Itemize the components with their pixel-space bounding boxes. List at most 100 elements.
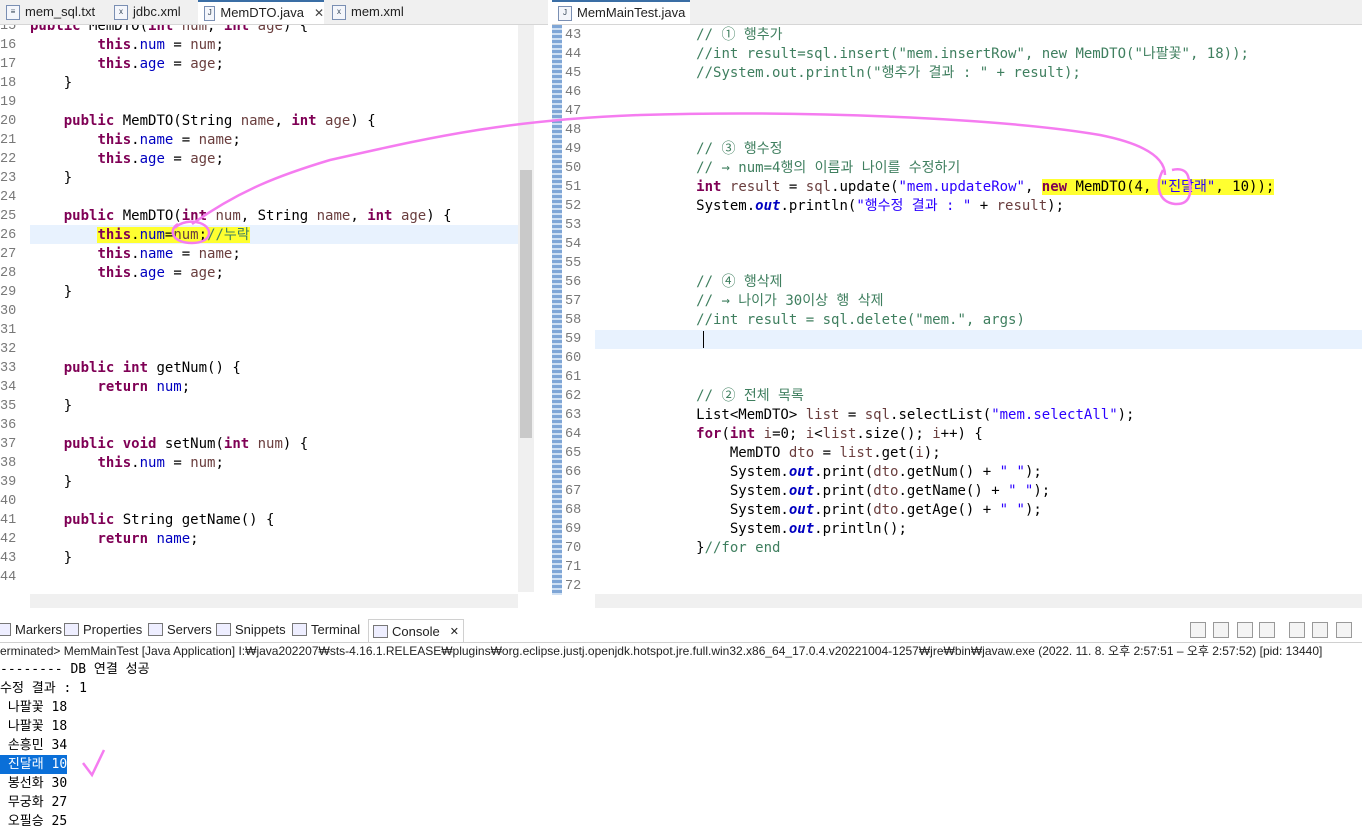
line-number: 48: [565, 123, 582, 138]
code-line: public MemDTO(int num, String name, int …: [63, 208, 452, 224]
code-line: //int result = sql.delete("mem.", args): [696, 312, 1025, 328]
console-line: 무궁화 27: [0, 795, 68, 810]
line-number: 65: [565, 446, 582, 461]
tab-label: jdbc.xml: [133, 4, 181, 19]
memdto-editor[interactable]: 15 public MemDTO(int num, int age) { 16 …: [0, 25, 548, 610]
code-line: }: [30, 284, 73, 300]
remove-all-icon[interactable]: [1259, 622, 1275, 638]
open-console-icon[interactable]: [1336, 622, 1352, 638]
code-line: this.age = age;: [97, 265, 224, 281]
tab-label: Markers: [15, 622, 62, 637]
line-number: 50: [565, 161, 582, 176]
tab-snippets[interactable]: Snippets: [216, 622, 286, 637]
line-number: 53: [565, 218, 582, 233]
code-line: System.out.print(dto.getNum() + " ");: [595, 464, 1042, 480]
line-number: 34: [0, 380, 17, 395]
code-line: this.num = num;: [97, 455, 224, 471]
tab-label: Console: [392, 623, 440, 639]
line-number: 36: [0, 418, 17, 433]
tab-markers[interactable]: Markers: [0, 622, 62, 637]
line-number: 22: [0, 152, 17, 167]
line-number: 71: [565, 560, 582, 575]
properties-icon: [64, 623, 79, 636]
code-line: }//for end: [595, 540, 781, 556]
word-wrap-icon[interactable]: [1312, 622, 1328, 638]
horizontal-scrollbar[interactable]: [595, 594, 1362, 608]
code-line: public int getNum() {: [63, 360, 241, 376]
code-line: return num;: [97, 379, 191, 395]
tab-mem-xml[interactable]: x mem.xml: [326, 0, 416, 24]
close-icon[interactable]: ✕: [314, 1, 324, 25]
line-number: 55: [565, 256, 582, 271]
tab-console[interactable]: Console ✕: [368, 619, 464, 642]
tab-servers[interactable]: Servers: [148, 622, 212, 637]
code-line: this.age = age;: [97, 56, 224, 72]
code-line: System.out.print(dto.getAge() + " ");: [595, 502, 1042, 518]
tab-label: Servers: [167, 622, 212, 637]
console-line: -------- DB 연결 성공: [0, 662, 150, 677]
line-number: 56: [565, 275, 582, 290]
code-line: // → 나이가 30이상 행 삭제: [696, 293, 884, 309]
code-line: public void setNum(int num) {: [63, 436, 309, 452]
line-number: 67: [565, 484, 582, 499]
line-number: 66: [565, 465, 582, 480]
line-number: 44: [0, 570, 17, 585]
console-icon: [373, 624, 388, 638]
tab-memdto-java[interactable]: J MemDTO.java ✕: [198, 0, 324, 24]
horizontal-scrollbar[interactable]: [30, 594, 518, 608]
tab-label: Terminal: [311, 622, 361, 637]
console-line: 수정 결과 : 1: [0, 681, 87, 696]
line-number: 60: [565, 351, 582, 366]
tab-mem-sql[interactable]: ≡ mem_sql.txt: [0, 0, 106, 24]
line-number: 57: [565, 294, 582, 309]
line-number: 44: [565, 47, 582, 62]
code-line: //int result=sql.insert("mem.insertRow",…: [696, 46, 1249, 62]
console-line: 봉선화 30: [0, 776, 68, 791]
memmaintest-editor[interactable]: 43 // ① 행추가 44 //int result=sql.insert("…: [562, 25, 1362, 610]
line-number: 24: [0, 190, 17, 205]
code-line: System.out.print(dto.getName() + " ");: [595, 483, 1051, 499]
tab-jdbc-xml[interactable]: x jdbc.xml: [108, 0, 196, 24]
line-number: 58: [565, 313, 582, 328]
code-line: }: [30, 550, 73, 566]
line-number: 26: [0, 228, 17, 243]
tab-terminal[interactable]: Terminal: [292, 622, 360, 637]
code-line: this.num = num;: [97, 37, 224, 53]
xml-file-icon: x: [114, 4, 128, 20]
line-number: 72: [565, 579, 582, 594]
code-line: }: [30, 75, 73, 91]
tab-label: MemDTO.java: [220, 5, 304, 20]
console-line: 나팔꽃 18: [0, 719, 68, 734]
console-line-selected: 진달래 10: [0, 755, 68, 774]
code-line: this.age = age;: [97, 151, 224, 167]
tab-properties[interactable]: Properties: [64, 622, 142, 637]
remove-launch-icon[interactable]: [1237, 622, 1253, 638]
views-tabbar: Markers Properties Servers Snippets Term…: [0, 618, 1362, 643]
line-number: 51: [565, 180, 582, 195]
terminate-icon[interactable]: [1213, 622, 1229, 638]
overview-ruler: [552, 25, 562, 595]
code-line-highlighted: this.num=num;//누락: [97, 227, 250, 243]
line-number: 43: [0, 551, 17, 566]
line-number: 16: [0, 38, 17, 53]
line-number: 38: [0, 456, 17, 471]
code-line: System.out.println("행수정 결과 : " + result)…: [595, 198, 1065, 214]
console-line: 오필승 25: [0, 814, 68, 829]
terminal-icon: [292, 623, 307, 636]
pin-console-icon[interactable]: [1190, 622, 1206, 638]
scroll-lock-icon[interactable]: [1289, 622, 1305, 638]
line-number: 18: [0, 76, 17, 91]
current-line-highlight: [595, 330, 1362, 349]
close-icon[interactable]: ✕: [450, 625, 459, 638]
code-line: // ② 전체 목록: [696, 388, 804, 404]
line-number: 46: [565, 85, 582, 100]
line-number: 42: [0, 532, 17, 547]
line-number: 43: [565, 28, 582, 43]
code-line: public MemDTO(int num, int age) {: [30, 25, 309, 34]
vertical-scrollbar[interactable]: [518, 25, 534, 592]
scrollbar-thumb[interactable]: [520, 170, 532, 438]
tab-memmaintest-java[interactable]: J MemMainTest.java: [552, 0, 690, 24]
line-number: 54: [565, 237, 582, 252]
console-output[interactable]: -------- DB 연결 성공 수정 결과 : 1 나팔꽃 18 나팔꽃 1…: [0, 660, 1362, 840]
line-number: 35: [0, 399, 17, 414]
